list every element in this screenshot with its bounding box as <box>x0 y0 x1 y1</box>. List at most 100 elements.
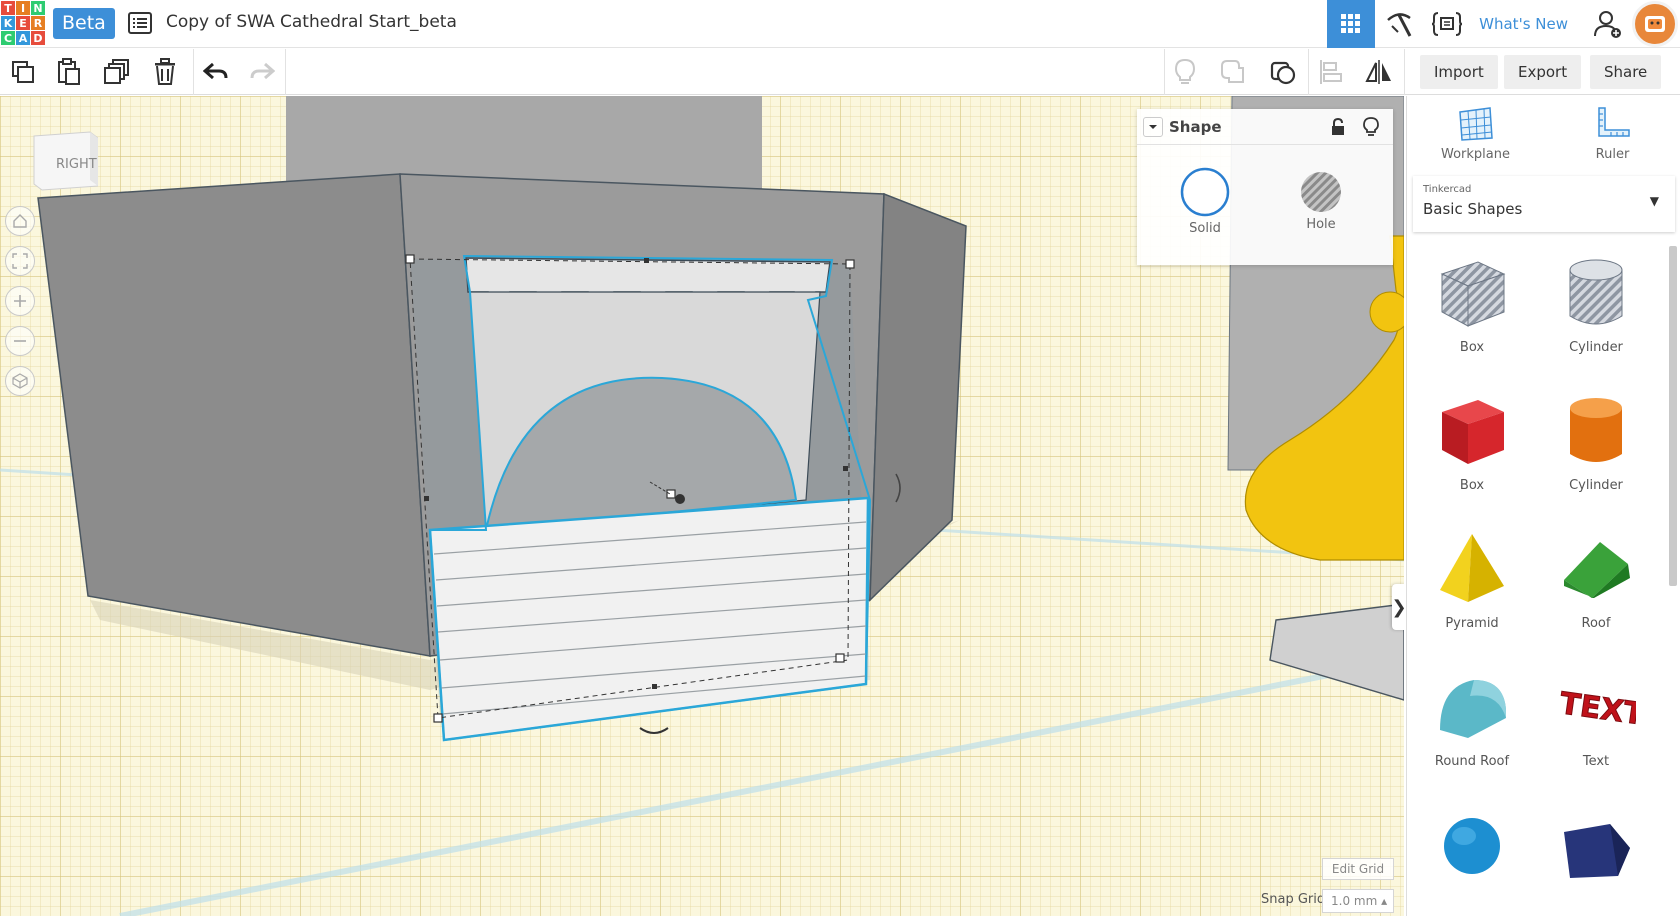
workplane-tool[interactable]: Workplane <box>1407 96 1544 168</box>
shape-tile-cylinder-hole[interactable]: Cylinder <box>1537 242 1655 380</box>
hole-option[interactable]: Hole <box>1281 167 1361 232</box>
shape-label: Text <box>1582 754 1610 769</box>
edit-grid-button[interactable]: Edit Grid <box>1322 858 1394 880</box>
import-button[interactable]: Import <box>1420 55 1498 89</box>
whats-new-link[interactable]: What's New <box>1471 0 1584 48</box>
duplicate-icon <box>104 59 129 84</box>
logo-letter: T <box>1 1 15 15</box>
text-icon: TEXT <box>1557 686 1636 734</box>
grid-icon <box>1341 14 1361 33</box>
fit-view-button[interactable] <box>5 246 35 276</box>
cylinder-hole-icon <box>1569 259 1623 325</box>
undo-icon <box>203 62 228 80</box>
lock-button[interactable] <box>1330 117 1346 140</box>
trash-icon <box>155 58 175 85</box>
shape-tile-box-hole[interactable]: Box <box>1413 242 1531 380</box>
blocks-view-button[interactable] <box>1375 0 1423 48</box>
tinkercad-logo[interactable]: T I N K E R C A D <box>0 0 45 46</box>
collapse-panel-button[interactable]: ❯ <box>1391 584 1404 630</box>
inspector-header: Shape <box>1137 109 1393 145</box>
share-button[interactable]: Share <box>1590 55 1662 89</box>
3d-design-view-button[interactable] <box>1327 0 1376 48</box>
divider <box>193 49 194 95</box>
redo-button[interactable] <box>245 55 279 89</box>
inspector-collapse-button[interactable] <box>1143 117 1163 137</box>
copy-button[interactable] <box>6 55 40 89</box>
shape-tile-cylinder[interactable]: Cylinder <box>1537 380 1655 518</box>
ungroup-button[interactable] <box>1266 55 1300 89</box>
round-roof-icon <box>1440 680 1506 738</box>
shape-label: Roof <box>1581 616 1611 631</box>
wall-left-face <box>37 173 431 657</box>
lock-icon <box>1332 117 1344 135</box>
snap-grid-select[interactable]: 1.0 mm ▴ <box>1322 889 1394 913</box>
perspective-button[interactable] <box>5 366 35 396</box>
shape-tile-round-roof[interactable]: Round Roof <box>1413 656 1531 794</box>
mirror-button[interactable] <box>1362 55 1396 89</box>
shape-tile-sphere[interactable] <box>1413 794 1531 916</box>
zoom-out-button[interactable] <box>5 326 35 356</box>
inspector-title: Shape <box>1169 118 1222 136</box>
duplicate-button[interactable] <box>100 55 134 89</box>
code-braces-icon <box>1432 12 1463 36</box>
delete-button[interactable] <box>148 55 182 89</box>
shape-tile-box[interactable]: Box <box>1413 380 1531 518</box>
hide-button[interactable] <box>1363 117 1379 141</box>
shape-label: Cylinder <box>1569 478 1623 493</box>
show-all-button[interactable] <box>1168 55 1202 89</box>
lightbulb-icon <box>1363 117 1379 136</box>
roof-icon <box>1564 542 1630 598</box>
home-view-button[interactable] <box>5 206 35 236</box>
ruler-label: Ruler <box>1595 147 1630 162</box>
solid-circle-icon <box>1180 167 1230 217</box>
codeblocks-view-button[interactable] <box>1423 0 1471 48</box>
back-column-shape <box>286 96 762 190</box>
shape-inspector: Shape Solid Hole <box>1137 109 1393 265</box>
copy-icon <box>12 61 34 83</box>
ruler-tool[interactable]: Ruler <box>1544 96 1680 168</box>
solid-option[interactable]: Solid <box>1165 167 1245 236</box>
home-icon <box>13 214 27 228</box>
brick-wall-shape <box>428 496 870 742</box>
shapes-panel: Workplane Ruler Tinkercad Basic Shapes ▼… <box>1406 96 1680 916</box>
avatar[interactable] <box>1632 1 1678 47</box>
shape-label: Round Roof <box>1434 754 1510 769</box>
cylinder-icon <box>1570 398 1622 462</box>
export-button[interactable]: Export <box>1504 55 1582 89</box>
shape-tile-pyramid[interactable]: Pyramid <box>1413 518 1531 656</box>
logo-letter: R <box>31 16 45 30</box>
logo-letter: E <box>16 16 30 30</box>
paste-button[interactable] <box>52 55 86 89</box>
perspective-cube-icon <box>12 373 28 389</box>
design-title[interactable]: Copy of SWA Cathedral Start_beta <box>166 12 457 32</box>
group-button[interactable] <box>1216 55 1250 89</box>
shape-tile-wedge[interactable] <box>1537 794 1655 916</box>
hole-label: Hole <box>1306 217 1336 232</box>
designs-list-icon[interactable] <box>128 12 152 34</box>
pickaxe-icon <box>1387 13 1412 37</box>
shape-tile-text[interactable]: TEXT Text <box>1537 656 1655 794</box>
text-icon-word: TEXT <box>1558 686 1636 733</box>
shape-library-select[interactable]: Tinkercad Basic Shapes ▼ <box>1413 176 1675 232</box>
box-hole-icon <box>1440 261 1506 327</box>
box-icon <box>1442 400 1504 464</box>
fit-view-icon <box>12 253 28 269</box>
group-icon <box>1221 60 1244 83</box>
zoom-in-button[interactable] <box>5 286 35 316</box>
chevron-down-icon: ▼ <box>1649 194 1659 208</box>
shape-tile-roof[interactable]: Roof <box>1537 518 1655 656</box>
beta-badge: Beta <box>53 8 115 39</box>
add-user-icon <box>1594 11 1621 38</box>
add-user-button[interactable] <box>1584 0 1632 48</box>
align-button[interactable] <box>1314 55 1348 89</box>
logo-letter: I <box>16 1 30 15</box>
undo-button[interactable] <box>199 55 233 89</box>
ungroup-icon <box>1270 61 1296 85</box>
pyramid-icon <box>1440 534 1504 602</box>
mirror-icon <box>1365 60 1391 84</box>
logo-letter: N <box>31 1 45 15</box>
snap-grid-label: Snap Grid <box>1261 892 1326 907</box>
view-cube[interactable]: RIGHT <box>28 130 99 192</box>
panel-scrollbar[interactable] <box>1669 246 1677 586</box>
lightbulb-icon <box>1174 58 1196 84</box>
